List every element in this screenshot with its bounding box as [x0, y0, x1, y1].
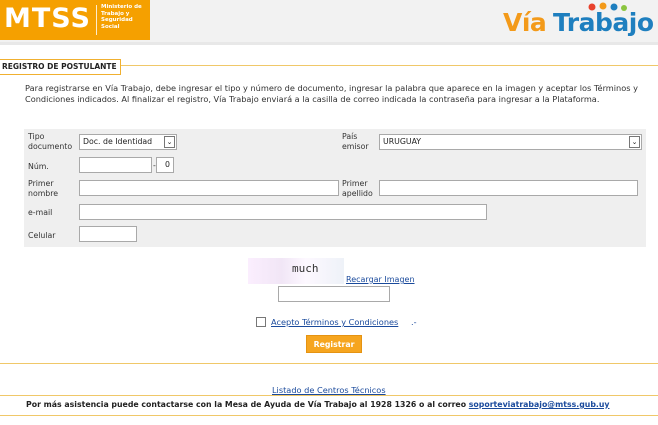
register-button[interactable]: Registrar — [306, 335, 362, 353]
support-email-link[interactable]: soporteviatrabajo@mtss.gub.uy — [469, 400, 610, 409]
help-message: Por más asistencia puede contactarse con… — [26, 400, 467, 409]
email-label: e-mail — [28, 208, 53, 217]
footer-divider — [0, 363, 658, 364]
chevron-down-icon: ⌄ — [629, 136, 640, 148]
mtss-logo-text: MTSS — [4, 3, 91, 34]
doc-check-digit-input[interactable]: 0 — [156, 157, 174, 173]
captcha-reload-link[interactable]: Recargar Imagen — [346, 275, 415, 284]
intro-text: Para registrarse en Vía Trabajo, debe in… — [25, 83, 638, 105]
captcha-word: much — [292, 262, 319, 275]
terms-suffix: .- — [411, 317, 417, 327]
phone-input[interactable] — [79, 226, 137, 242]
doc-number-input[interactable] — [79, 157, 152, 173]
country-select[interactable]: URUGUAY ⌄ — [379, 134, 642, 150]
captcha-input[interactable] — [278, 286, 390, 302]
ministry-name: Ministerio de Trabajo y Seguridad Social — [101, 4, 142, 30]
technical-centers-link[interactable]: Listado de Centros Técnicos — [272, 385, 386, 395]
phone-label: Celular — [28, 231, 56, 240]
doc-type-select[interactable]: Doc. de Identidad ⌄ — [79, 134, 177, 150]
doc-number-label: Núm. — [28, 162, 49, 171]
email-field[interactable] — [79, 204, 487, 220]
terms-link[interactable]: Acepto Términos y Condiciones — [271, 317, 398, 327]
first-name-input[interactable] — [79, 180, 339, 196]
country-label: País emisor — [342, 132, 369, 151]
chevron-down-icon: ⌄ — [164, 136, 175, 148]
first-name-label: Primer nombre — [28, 179, 59, 198]
last-name-label: Primer apellido — [342, 179, 373, 198]
help-text: Por más asistencia puede contactarse con… — [26, 400, 610, 409]
last-name-input[interactable] — [379, 180, 638, 196]
terms-checkbox[interactable] — [256, 317, 266, 327]
brand-via: Vía — [503, 8, 547, 37]
logo-divider — [96, 5, 97, 35]
page-title: REGISTRO DE POSTULANTE — [0, 59, 121, 75]
country-value: URUGUAY — [383, 137, 422, 146]
doc-type-value: Doc. de Identidad — [83, 137, 153, 146]
doc-type-label: Tipo documento — [28, 132, 73, 151]
brand-trabajo: Trabajo — [553, 8, 654, 37]
header-divider — [0, 42, 658, 45]
